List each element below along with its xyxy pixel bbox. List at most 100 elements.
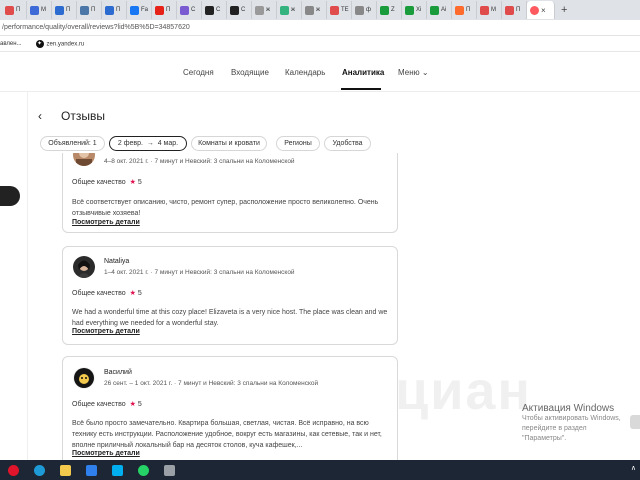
browser-tab[interactable]: П — [102, 1, 127, 19]
bookmarks-bar: авлен... ✦ zen.yandex.ru — [0, 36, 640, 52]
browser-tab[interactable]: П — [502, 1, 527, 19]
calendar-glyph — [85, 464, 97, 476]
opera-glyph — [7, 464, 19, 476]
bookmark-item[interactable]: авлен... — [0, 41, 22, 47]
listings-filter-chip[interactable]: Объявлений: 1 — [40, 136, 105, 151]
tab-favicon-icon — [305, 5, 314, 15]
zen-icon: ✦ — [35, 39, 44, 48]
active-tab-indicator — [341, 88, 381, 90]
review-text: Всё соответствует описанию, чисто, ремон… — [72, 199, 379, 217]
back-arrow-icon[interactable]: ‹ — [38, 109, 42, 123]
tab-favicon-icon — [455, 5, 464, 15]
airbnb-icon — [530, 5, 539, 15]
review-meta: 1–4 окт. 2021 г. · 7 минут и Невский: 3 … — [104, 269, 295, 276]
view-details-link[interactable]: Посмотреть детали — [72, 219, 140, 226]
view-details-link[interactable]: Посмотреть детали — [72, 328, 140, 335]
app-icon[interactable] — [156, 460, 182, 480]
tab-favicon-icon — [5, 5, 14, 15]
bookmark-item[interactable]: ✦ zen.yandex.ru — [35, 39, 84, 48]
opera-icon[interactable] — [0, 460, 26, 480]
activation-text: "Параметры". — [522, 435, 567, 442]
rooms-filter-chip[interactable]: Комнаты и кровати — [191, 136, 267, 151]
explorer-glyph — [59, 464, 71, 476]
skype-glyph — [111, 464, 123, 476]
app-glyph — [163, 464, 175, 476]
edge-glyph — [33, 464, 45, 476]
browser-tab[interactable]: П — [152, 1, 177, 19]
review-card: Василий 26 сент. – 1 окт. 2021 г. · 7 ми… — [62, 356, 398, 460]
regions-filter-chip[interactable]: Регионы — [276, 136, 320, 151]
calendar-icon[interactable] — [78, 460, 104, 480]
tab-favicon-icon — [280, 5, 289, 15]
nav-today[interactable]: Сегодня — [183, 68, 214, 77]
browser-tab[interactable]: П — [452, 1, 477, 19]
browser-tab[interactable]: TE — [327, 1, 352, 19]
browser-tab[interactable]: ф — [352, 1, 377, 19]
browser-tab[interactable]: Xi — [402, 1, 427, 19]
view-details-link[interactable]: Посмотреть детали — [72, 450, 140, 457]
address-bar[interactable]: /performance/quality/overall/reviews?lid… — [0, 20, 640, 36]
tab-favicon-icon — [355, 5, 364, 15]
watermark-logo: циан — [395, 361, 533, 421]
chevron-down-icon: ⌄ — [421, 68, 429, 77]
tab-favicon-icon — [30, 5, 39, 15]
review-meta: 26 сент. – 1 окт. 2021 г. · 7 минут и Не… — [104, 380, 319, 387]
reviewer-name: Василий — [104, 369, 132, 376]
browser-tab[interactable]: ж — [277, 1, 302, 19]
explorer-icon[interactable] — [52, 460, 78, 480]
browser-tab-active[interactable]: × — [527, 1, 555, 19]
whatsapp-icon[interactable] — [130, 460, 156, 480]
review-text: Всё было просто замечательно. Квартира б… — [72, 420, 382, 449]
nav-calendar[interactable]: Календарь — [285, 68, 325, 77]
avatar — [73, 256, 95, 278]
tab-favicon-icon — [105, 5, 114, 15]
browser-tab[interactable]: Z — [377, 1, 402, 19]
windows-activation-notice: Активация Windows Чтобы активировать Win… — [522, 403, 640, 444]
browser-tab[interactable]: Fa — [127, 1, 152, 19]
nav-menu[interactable]: Меню ⌄ — [398, 68, 429, 77]
arrow-right-icon: → — [146, 140, 154, 147]
edge-icon[interactable] — [26, 460, 52, 480]
close-tab-icon[interactable]: × — [541, 6, 546, 15]
review-text: We had a wonderful time at this cozy pla… — [72, 309, 388, 327]
tab-favicon-icon — [380, 5, 389, 15]
floating-widget[interactable] — [630, 415, 640, 429]
avatar — [73, 367, 95, 389]
tab-favicon-icon — [80, 5, 89, 15]
star-icon: ★ — [129, 179, 136, 186]
star-icon: ★ — [129, 290, 136, 297]
browser-tab[interactable]: ж — [252, 1, 277, 19]
review-meta: 4–8 окт. 2021 г. · 7 минут и Невский: 3 … — [104, 158, 295, 165]
review-card: Nataliya 1–4 окт. 2021 г. · 7 минут и Не… — [62, 246, 398, 345]
top-navigation: Сегодня Входящие Календарь Аналитика Мен… — [0, 52, 640, 92]
url-text[interactable]: /performance/quality/overall/reviews?lid… — [2, 24, 190, 31]
new-tab-button[interactable]: + — [555, 4, 573, 16]
quality-label: Общее качество ★ 5 — [72, 179, 142, 186]
browser-tab[interactable]: П — [2, 1, 27, 19]
page-title: Отзывы — [61, 109, 105, 123]
browser-tab[interactable]: П — [77, 1, 102, 19]
skype-icon[interactable] — [104, 460, 130, 480]
browser-tab[interactable]: М — [27, 1, 52, 19]
nav-inbox[interactable]: Входящие — [231, 68, 269, 77]
browser-tab[interactable]: С — [202, 1, 227, 19]
tab-favicon-icon — [480, 5, 489, 15]
browser-tab[interactable]: ж — [302, 1, 327, 19]
tab-favicon-icon — [180, 5, 189, 15]
windows-taskbar: ∧ — [0, 460, 640, 480]
reviewer-name: Nataliya — [104, 258, 130, 265]
activation-text: Чтобы активировать Windows, перейдите в … — [522, 415, 621, 432]
tray-chevron-icon[interactable]: ∧ — [631, 464, 636, 472]
browser-tab[interactable]: П — [52, 1, 77, 19]
browser-tab[interactable]: Ai — [427, 1, 452, 19]
tab-favicon-icon — [255, 5, 264, 15]
browser-tab[interactable]: С — [227, 1, 252, 19]
nav-analytics[interactable]: Аналитика — [342, 68, 384, 77]
tab-favicon-icon — [155, 5, 164, 15]
amenities-filter-chip[interactable]: Удобства — [324, 136, 371, 151]
date-range-chip[interactable]: 2 февр. → 4 мар. — [109, 136, 187, 151]
browser-tab[interactable]: С — [177, 1, 202, 19]
star-icon: ★ — [129, 401, 136, 408]
whatsapp-glyph — [137, 464, 149, 476]
browser-tab[interactable]: М — [477, 1, 502, 19]
